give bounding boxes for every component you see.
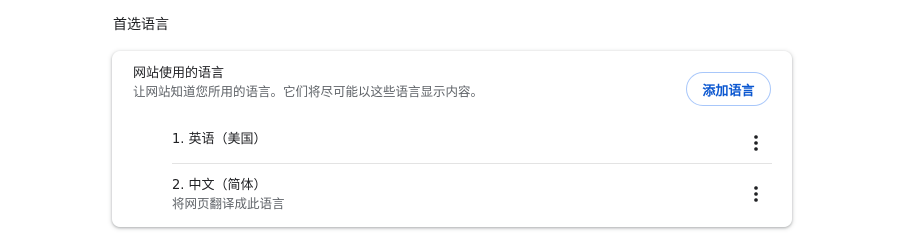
language-list-item: 1. 英语（美国） (172, 127, 772, 164)
card-header: 网站使用的语言 让网站知道您所用的语言。它们将尽可能以这些语言显示内容。 (133, 65, 483, 100)
card-description: 让网站知道您所用的语言。它们将尽可能以这些语言显示内容。 (133, 84, 484, 99)
language-translate-note: 将网页翻译成此语言 (172, 196, 285, 211)
section-title: 首选语言 (113, 17, 169, 33)
add-language-button[interactable]: 添加语言 (686, 72, 771, 106)
card-heading: 网站使用的语言 (133, 66, 225, 81)
preferred-languages-card: 网站使用的语言 让网站知道您所用的语言。它们将尽可能以这些语言显示内容。 添加语… (112, 51, 792, 227)
language-label-block: 2. 中文（简体） 将网页翻译成此语言 (172, 177, 285, 213)
language-label: 2. 中文（简体） (172, 178, 267, 193)
language-list-item: 2. 中文（简体） 将网页翻译成此语言 (172, 164, 772, 220)
language-more-actions-button[interactable] (740, 127, 772, 159)
language-more-actions-button[interactable] (740, 178, 772, 210)
language-label: 1. 英语（美国） (172, 132, 267, 147)
more-vert-icon (754, 186, 758, 202)
more-vert-icon (754, 135, 758, 151)
